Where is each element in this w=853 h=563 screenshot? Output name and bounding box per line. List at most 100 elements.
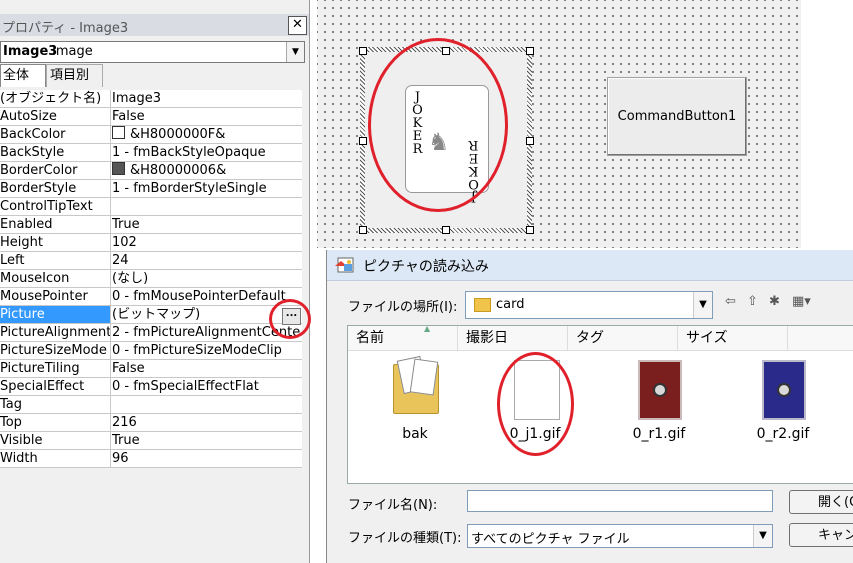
file-list[interactable]: 名前 ▲ 撮影日 タグ サイズ bak 0_j1.gif 0_r1.gif 0_… <box>347 324 853 484</box>
property-value[interactable]: &H8000000F& <box>112 126 302 143</box>
chevron-down-icon[interactable]: ▼ <box>753 525 772 547</box>
property-name: BackStyle <box>0 144 111 161</box>
dialog-title-bar: ピクチャの読み込み <box>327 250 853 281</box>
property-value[interactable]: True <box>112 216 302 233</box>
resize-handle[interactable] <box>526 226 534 234</box>
property-value-text: 24 <box>112 253 129 268</box>
open-button[interactable]: 開く(O <box>789 490 853 514</box>
column-size[interactable]: サイズ <box>678 326 788 350</box>
file-name-input[interactable] <box>467 490 773 512</box>
file-item-0-r2[interactable]: 0_r2.gif <box>728 356 838 476</box>
property-row[interactable]: PictureAlignment 2 - fmPictureAlignmentCe… <box>0 324 302 342</box>
property-value[interactable]: True <box>112 432 302 449</box>
resize-handle[interactable] <box>442 226 450 234</box>
property-row[interactable]: (オブジェクト名) Image3 <box>0 90 302 108</box>
file-type-label: ファイルの種類(T): <box>348 531 462 546</box>
property-name: AutoSize <box>0 108 111 125</box>
property-row[interactable]: BackColor &H8000000F& <box>0 126 302 144</box>
property-value[interactable]: 0 - fmMousePointerDefault <box>112 288 302 305</box>
property-value-text: 0 - fmMousePointerDefault <box>112 289 286 304</box>
property-value[interactable] <box>112 198 302 215</box>
resize-handle[interactable] <box>526 137 534 145</box>
look-in-label: ファイルの場所(I): <box>348 300 458 315</box>
property-value[interactable]: 102 <box>112 234 302 251</box>
properties-window: プロパティ - Image3 ✕ Image3 Image ▼ 全体 項目別 (… <box>0 0 311 563</box>
property-row[interactable]: Left 24 <box>0 252 302 270</box>
column-name[interactable]: 名前 <box>348 326 458 350</box>
resize-handle[interactable] <box>359 226 367 234</box>
tab-categorized[interactable]: 項目別 <box>46 64 103 87</box>
red-card-back-icon <box>638 360 682 420</box>
file-type-dropdown[interactable]: すべてのピクチャ ファイル ▼ <box>467 524 773 548</box>
file-item-bak[interactable]: bak <box>360 355 470 476</box>
property-value[interactable]: 216 <box>112 414 302 431</box>
file-name: 0_r2.gif <box>756 426 810 442</box>
resize-handle[interactable] <box>359 137 367 145</box>
object-selector[interactable]: Image3 Image ▼ <box>0 41 305 63</box>
property-row[interactable]: AutoSize False <box>0 108 302 126</box>
property-name: BackColor <box>0 126 111 143</box>
property-row[interactable]: BorderColor &H80000006& <box>0 162 302 180</box>
column-header-row: 名前 ▲ 撮影日 タグ サイズ <box>348 324 853 351</box>
tab-alphabetic[interactable]: 全体 <box>0 64 46 87</box>
property-name: BorderStyle <box>0 180 111 197</box>
highlight-circle <box>497 352 574 456</box>
property-name: Enabled <box>0 216 111 233</box>
chevron-down-icon[interactable]: ▼ <box>693 292 712 318</box>
property-value[interactable] <box>112 396 302 413</box>
property-value[interactable]: 96 <box>112 450 302 467</box>
property-row[interactable]: BackStyle 1 - fmBackStyleOpaque <box>0 144 302 162</box>
property-name: Width <box>0 450 111 467</box>
property-row[interactable]: Visible True <box>0 432 302 450</box>
property-name: MouseIcon <box>0 270 111 287</box>
back-arrow-icon[interactable]: ⇦ <box>725 293 736 311</box>
property-value-text: False <box>112 361 145 376</box>
property-value[interactable]: 24 <box>112 252 302 269</box>
file-item-0-r1[interactable]: 0_r1.gif <box>604 356 714 476</box>
property-value[interactable]: 1 - fmBackStyleOpaque <box>112 144 302 161</box>
property-row[interactable]: BorderStyle 1 - fmBorderStyleSingle <box>0 180 302 198</box>
chevron-down-icon[interactable]: ▼ <box>286 42 304 62</box>
cancel-button[interactable]: キャンセル <box>789 523 853 547</box>
property-row[interactable]: Top 216 <box>0 414 302 432</box>
property-row[interactable]: Tag <box>0 396 302 414</box>
view-menu-icon[interactable]: ▦▾ <box>792 293 811 311</box>
resize-handle[interactable] <box>526 47 534 55</box>
property-value[interactable]: (なし) <box>112 270 302 287</box>
property-value[interactable]: 1 - fmBorderStyleSingle <box>112 180 302 197</box>
property-value[interactable]: &H80000006& <box>112 162 302 179</box>
close-icon[interactable]: ✕ <box>288 16 307 35</box>
property-row[interactable]: ControlTipText <box>0 198 302 216</box>
color-swatch-icon <box>112 162 125 175</box>
column-date-taken[interactable]: 撮影日 <box>458 326 568 350</box>
property-row[interactable]: Height 102 <box>0 234 302 252</box>
property-row[interactable]: PictureSizeMode 0 - fmPictureSizeModeClip <box>0 342 302 360</box>
look-in-dropdown[interactable]: card ▼ <box>465 291 713 319</box>
property-value-text: 1 - fmBorderStyleSingle <box>112 181 267 196</box>
column-tags[interactable]: タグ <box>568 326 678 350</box>
blue-card-back-icon <box>762 360 806 420</box>
property-value-text: (ビットマップ) <box>112 307 201 322</box>
property-row[interactable]: Picture (ビットマップ) <box>0 306 302 324</box>
file-name: 0_r1.gif <box>632 426 686 442</box>
property-row[interactable]: SpecialEffect 0 - fmSpecialEffectFlat <box>0 378 302 396</box>
property-value[interactable]: Image3 <box>112 90 302 107</box>
property-name: Visible <box>0 432 111 449</box>
command-button[interactable]: CommandButton1 <box>607 77 747 156</box>
property-row[interactable]: MousePointer 0 - fmMousePointerDefault <box>0 288 302 306</box>
property-row[interactable]: Enabled True <box>0 216 302 234</box>
property-row[interactable]: MouseIcon (なし) <box>0 270 302 288</box>
property-value-text: &H80000006& <box>130 163 227 178</box>
resize-handle[interactable] <box>359 47 367 55</box>
property-value[interactable]: 0 - fmSpecialEffectFlat <box>112 378 302 395</box>
new-folder-icon[interactable]: ✱ <box>769 293 780 311</box>
property-value[interactable]: False <box>112 360 302 377</box>
property-name: Top <box>0 414 111 431</box>
up-folder-icon[interactable]: ⇧ <box>747 293 758 311</box>
property-row[interactable]: PictureTiling False <box>0 360 302 378</box>
property-value-text: 216 <box>112 415 137 430</box>
property-value[interactable]: 0 - fmPictureSizeModeClip <box>112 342 302 359</box>
property-value[interactable]: False <box>112 108 302 125</box>
property-value-text: 102 <box>112 235 137 250</box>
property-row[interactable]: Width 96 <box>0 450 302 468</box>
